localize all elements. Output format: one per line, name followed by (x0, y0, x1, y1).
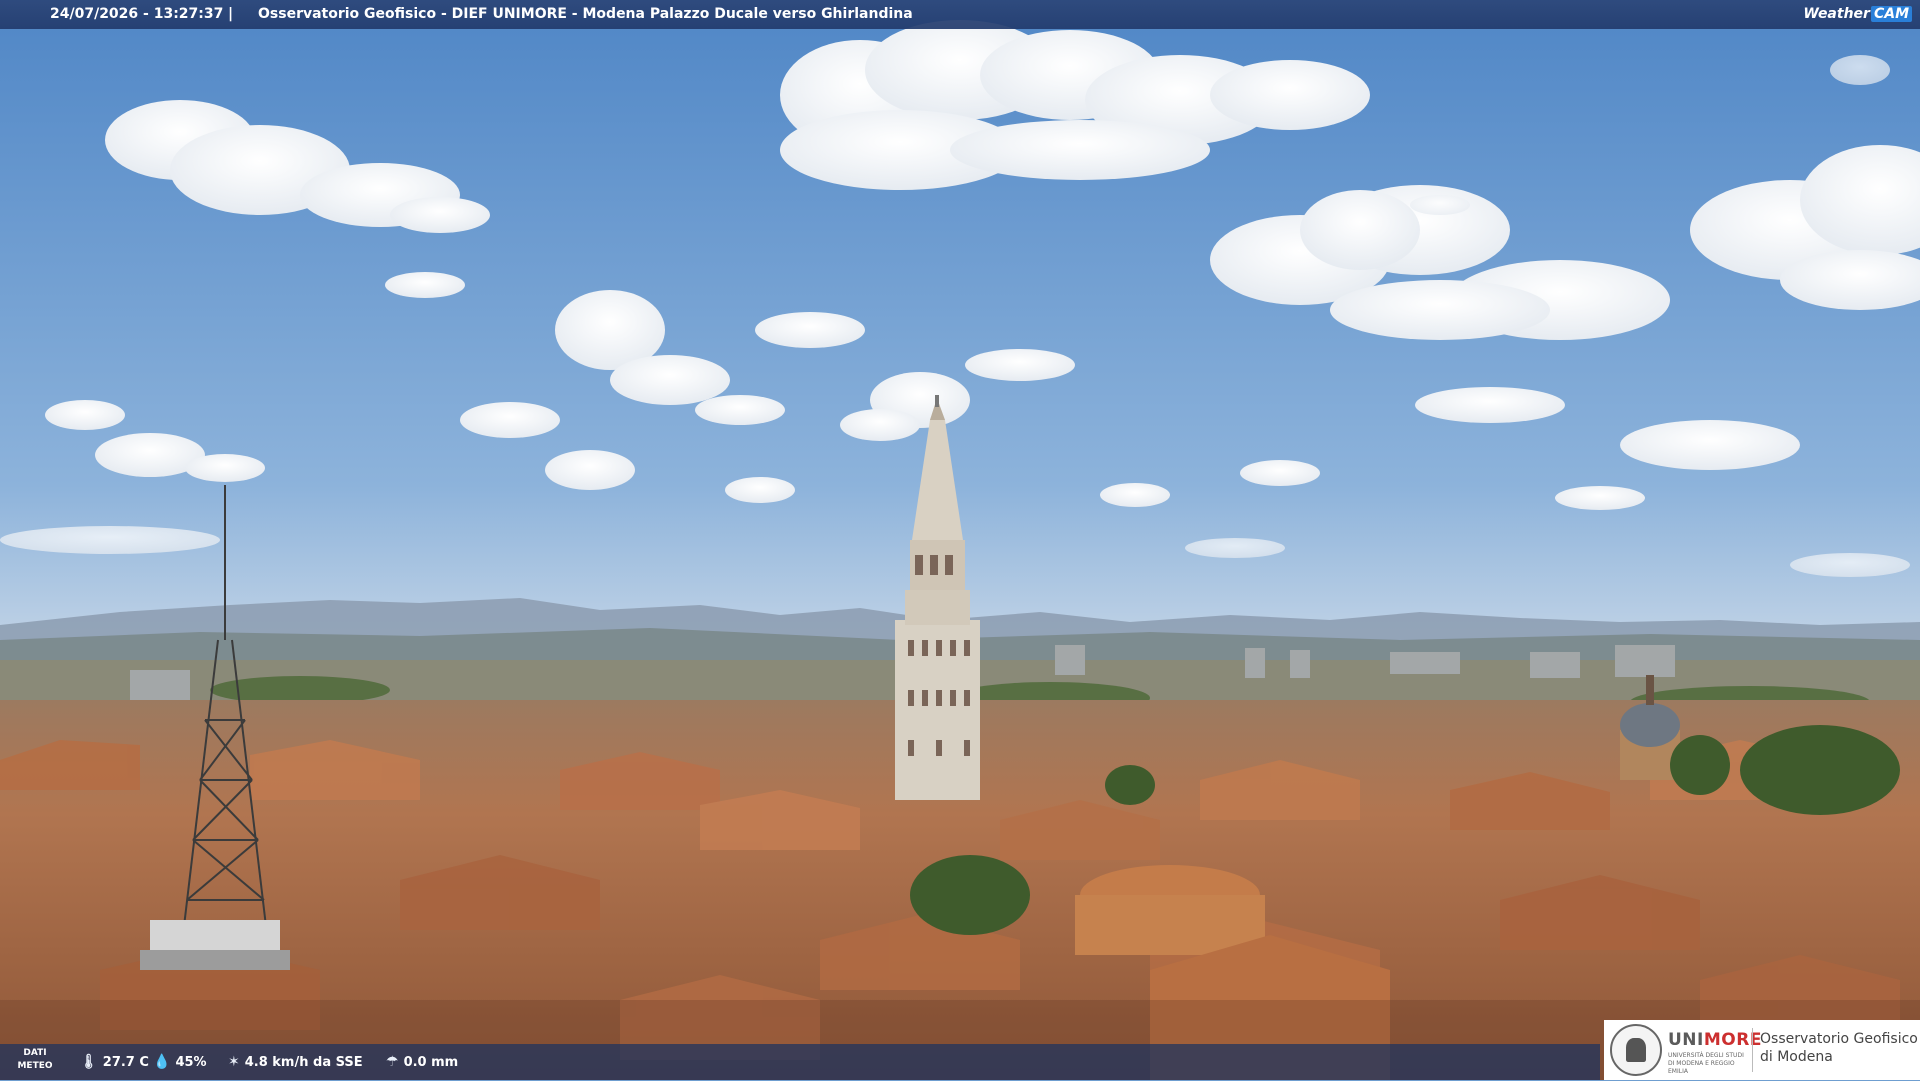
weather-data-label: DATI METEO (17, 1048, 53, 1071)
brand-suffix: CAM (1870, 6, 1912, 22)
wind-reading: ✶ 4.8 km/h da SSE (228, 1044, 363, 1081)
unimore-logo: UNIMORE UNIVERSITÀ DEGLI STUDI DI MODENA… (1604, 1020, 1920, 1080)
logo-divider (1752, 1028, 1753, 1072)
observatory-name: Osservatorio Geofisico di Modena (1760, 1031, 1918, 1065)
rain-gauge-icon: ☂ (386, 1054, 399, 1070)
thermometer-icon: 🌡 (80, 1054, 98, 1070)
rain-reading: ☂ 0.0 mm (386, 1044, 458, 1081)
wind-icon: ✶ (228, 1054, 240, 1070)
university-full-name: UNIVERSITÀ DEGLI STUDI DI MODENA E REGGI… (1668, 1052, 1744, 1075)
droplet-icon: 💧 (153, 1054, 171, 1070)
caption-separator: | (228, 6, 234, 22)
weather-data-bar: DATI METEO 🌡 27.7 C 💧 45% ✶ 4.8 km/h da SSE… (0, 1044, 1600, 1080)
weathercam-logo: Weather CAM (1803, 0, 1912, 29)
unimore-wordmark: UNIMORE (1668, 1030, 1762, 1050)
university-seal-icon (1610, 1024, 1662, 1076)
temperature-reading: 🌡 27.7 C (80, 1044, 149, 1081)
caption-bar: 24/07/2026 - 13:27:37 | Osservatorio Geo… (0, 0, 1920, 29)
webcam-image (0, 0, 1920, 1080)
humidity-reading: 💧 45% (153, 1044, 207, 1081)
timestamp: 24/07/2026 - 13:27:37 (50, 6, 224, 22)
camera-title: Osservatorio Geofisico - DIEF UNIMORE - … (258, 6, 913, 22)
brand-prefix: Weather (1803, 6, 1870, 22)
